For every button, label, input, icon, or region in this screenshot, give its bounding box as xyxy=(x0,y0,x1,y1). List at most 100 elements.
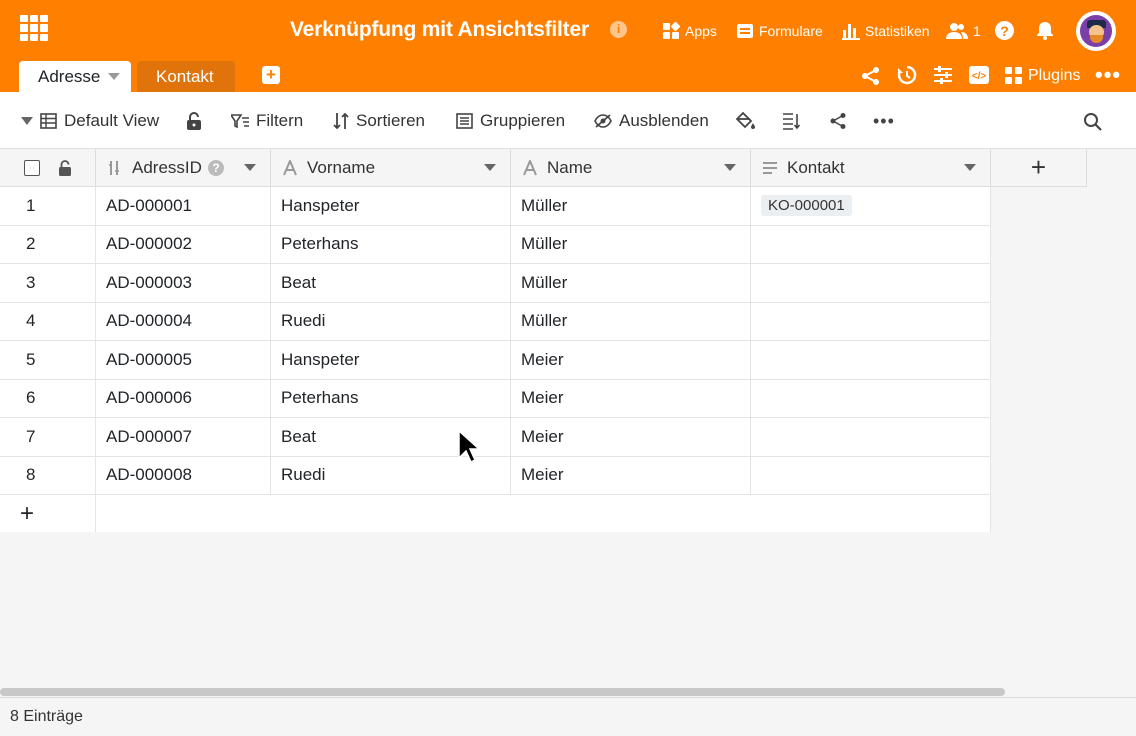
cell-vorname[interactable]: Hanspeter xyxy=(271,341,511,380)
cell-kontakt[interactable] xyxy=(751,264,991,303)
table-row[interactable]: 3 AD-000003 Beat Müller xyxy=(0,264,991,303)
info-icon[interactable]: i xyxy=(610,21,627,38)
column-header-name[interactable]: Name xyxy=(511,149,751,187)
add-row-button[interactable]: + xyxy=(0,495,96,534)
chevron-down-icon[interactable] xyxy=(108,73,121,80)
row-number[interactable]: 7 xyxy=(0,418,96,457)
more-options-icon[interactable]: ••• xyxy=(873,110,895,132)
row-number[interactable]: 1 xyxy=(0,187,96,226)
filter-button[interactable]: Filtern xyxy=(231,110,303,132)
row-color-icon[interactable] xyxy=(736,110,763,132)
cell-text: AD-000003 xyxy=(106,272,193,292)
row-number[interactable]: 3 xyxy=(0,264,96,303)
cell-kontakt[interactable] xyxy=(751,341,991,380)
row-number[interactable]: 4 xyxy=(0,302,96,341)
collaborators-count: 1 xyxy=(973,23,981,39)
linked-record-chip[interactable]: KO-000001 xyxy=(761,195,852,217)
cell-id[interactable]: AD-000004 xyxy=(96,302,271,341)
forms-button[interactable]: Formulare xyxy=(736,20,823,42)
hide-columns-button[interactable]: Ausblenden xyxy=(594,110,709,132)
chevron-down-icon[interactable] xyxy=(244,164,256,171)
history-icon[interactable] xyxy=(897,65,917,85)
table-row[interactable]: 8 AD-000008 Ruedi Meier xyxy=(0,456,991,495)
cell-text: AD-000005 xyxy=(106,349,193,369)
column-header-kontakt[interactable]: Kontakt xyxy=(751,149,991,187)
cell-kontakt[interactable]: KO-000001 xyxy=(751,187,991,226)
row-number[interactable]: 6 xyxy=(0,379,96,418)
sort-button[interactable]: Sortieren xyxy=(333,110,425,132)
more-horizontal-icon[interactable]: ••• xyxy=(1095,64,1121,86)
table-row[interactable]: 4 AD-000004 Ruedi Müller xyxy=(0,302,991,341)
table-row[interactable]: 1 AD-000001 Hanspeter Müller KO-000001 xyxy=(0,187,991,226)
cell-name[interactable]: Meier xyxy=(511,456,751,495)
cell-vorname[interactable]: Peterhans xyxy=(271,225,511,264)
table-row[interactable]: 5 AD-000005 Hanspeter Meier xyxy=(0,341,991,380)
cell-name[interactable]: Müller xyxy=(511,264,751,303)
cell-id[interactable]: AD-000002 xyxy=(96,225,271,264)
share-icon[interactable] xyxy=(861,66,881,86)
text-icon xyxy=(283,160,297,176)
table-row[interactable]: 2 AD-000002 Peterhans Müller xyxy=(0,225,991,264)
group-button[interactable]: Gruppieren xyxy=(456,110,565,132)
table-row[interactable]: 6 AD-000006 Peterhans Meier xyxy=(0,379,991,418)
table-row[interactable]: 7 AD-000007 Beat Meier xyxy=(0,418,991,457)
cell-vorname[interactable]: Ruedi xyxy=(271,302,511,341)
chevron-down-icon[interactable] xyxy=(964,164,976,171)
row-number[interactable]: 2 xyxy=(0,225,96,264)
cell-name[interactable]: Müller xyxy=(511,225,751,264)
cell-vorname[interactable]: Hanspeter xyxy=(271,187,511,226)
script-icon[interactable]: </> xyxy=(969,66,989,84)
cell-kontakt[interactable] xyxy=(751,379,991,418)
row-height-icon[interactable] xyxy=(782,110,807,132)
cell-vorname[interactable]: Peterhans xyxy=(271,379,511,418)
cell-name[interactable]: Meier xyxy=(511,379,751,418)
lock-icon[interactable] xyxy=(58,160,72,176)
cell-name[interactable]: Meier xyxy=(511,341,751,380)
select-all-checkbox[interactable] xyxy=(24,160,40,176)
cell-id[interactable]: AD-000008 xyxy=(96,456,271,495)
filter-label: Filtern xyxy=(256,111,304,130)
apps-button[interactable]: Apps xyxy=(662,20,717,42)
share-view-icon[interactable] xyxy=(829,110,854,132)
cell-name[interactable]: Müller xyxy=(511,187,751,226)
chevron-down-icon[interactable] xyxy=(484,164,496,171)
cell-kontakt[interactable] xyxy=(751,456,991,495)
lock-icon[interactable] xyxy=(186,110,209,132)
help-icon[interactable]: ? xyxy=(995,21,1014,40)
cell-kontakt[interactable] xyxy=(751,302,991,341)
chevron-down-icon[interactable] xyxy=(724,164,736,171)
cell-text: 3 xyxy=(26,272,36,292)
statistics-button[interactable]: Statistiken xyxy=(842,20,930,42)
collaborators-button[interactable]: 1 xyxy=(946,20,981,42)
cell-kontakt[interactable] xyxy=(751,225,991,264)
column-header-adressid[interactable]: AdressID ? xyxy=(96,149,271,187)
help-icon[interactable]: ? xyxy=(208,160,224,176)
cell-text: Peterhans xyxy=(281,388,359,408)
cell-id[interactable]: AD-000003 xyxy=(96,264,271,303)
settings-sliders-icon[interactable] xyxy=(933,66,953,84)
cell-kontakt[interactable] xyxy=(751,418,991,457)
plugins-button[interactable]: Plugins xyxy=(1005,65,1080,87)
apps-grid-icon[interactable] xyxy=(20,15,48,41)
cell-id[interactable]: AD-000007 xyxy=(96,418,271,457)
cell-id[interactable]: AD-000006 xyxy=(96,379,271,418)
add-column-button[interactable]: + xyxy=(991,149,1087,187)
add-table-icon[interactable]: + xyxy=(262,66,280,84)
tab-kontakt[interactable]: Kontakt xyxy=(137,61,235,92)
cell-text: Müller xyxy=(521,311,568,331)
bell-icon[interactable] xyxy=(1036,21,1054,40)
row-number[interactable]: 5 xyxy=(0,341,96,380)
cell-id[interactable]: AD-000005 xyxy=(96,341,271,380)
cell-vorname[interactable]: Beat xyxy=(271,264,511,303)
tab-adresse[interactable]: Adresse xyxy=(19,61,131,92)
cell-name[interactable]: Müller xyxy=(511,302,751,341)
add-row-area[interactable] xyxy=(96,495,991,534)
column-header-vorname[interactable]: Vorname xyxy=(271,149,511,187)
user-avatar[interactable] xyxy=(1076,11,1116,51)
cell-name[interactable]: Meier xyxy=(511,418,751,457)
view-selector[interactable]: Default View xyxy=(21,110,159,132)
cell-id[interactable]: AD-000001 xyxy=(96,187,271,226)
horizontal-scrollbar[interactable] xyxy=(0,688,1005,696)
row-number[interactable]: 8 xyxy=(0,456,96,495)
search-icon[interactable] xyxy=(1083,110,1109,132)
